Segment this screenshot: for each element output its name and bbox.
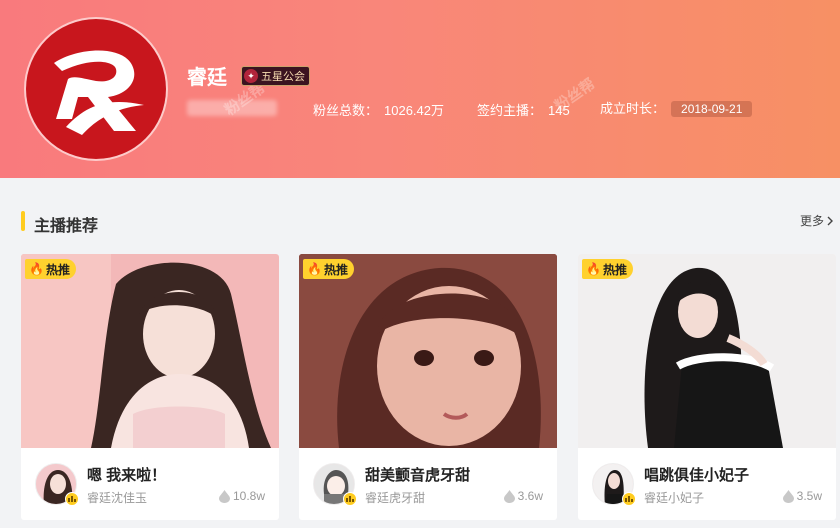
blurred-guild-id — [187, 100, 277, 116]
cover-photo — [21, 254, 279, 448]
guild-banner: 粉丝帮 粉丝帮 睿廷 ✦ 五星公会 粉丝总数： 1026.42万 签约主播： 145… — [0, 0, 840, 178]
mic-icon — [65, 492, 79, 506]
anchors-value: 145 — [548, 103, 570, 118]
fans-value: 1026.42万 — [384, 103, 445, 118]
fans-label: 粉丝总数： — [313, 103, 379, 118]
founded-date: 2018-09-21 — [671, 101, 753, 117]
anchor-card[interactable]: 🔥 热推 唱跳俱佳小妃子 睿廷小妃子 3.5w — [578, 254, 836, 520]
heat-count: 10.8w — [218, 489, 265, 503]
heat-count: 3.5w — [782, 489, 822, 503]
fire-icon: 🔥 — [29, 262, 44, 276]
more-label: 更多 — [799, 214, 824, 228]
mic-icon — [622, 492, 636, 506]
founded-stat: 成立时长： 2018-09-21 — [600, 98, 753, 117]
heat-value: 3.5w — [796, 489, 822, 503]
anchor-name[interactable]: 睿廷虎牙甜 — [365, 489, 425, 506]
section-title: 主播推荐 — [34, 218, 99, 235]
chevron-right-icon — [827, 216, 833, 225]
hot-tag-label: 热推 — [602, 262, 627, 277]
guild-name: 睿廷 — [187, 67, 227, 89]
guild-logo-icon — [26, 19, 166, 159]
anchor-name[interactable]: 睿廷小妃子 — [644, 489, 704, 506]
anchors-label: 签约主播： — [477, 103, 543, 118]
section-accent-bar — [21, 211, 25, 231]
fire-icon: 🔥 — [586, 262, 601, 276]
hot-tag: 🔥 热推 — [303, 259, 354, 279]
heat-icon — [503, 489, 515, 503]
fire-icon: 🔥 — [307, 262, 322, 276]
badge-label: 五星公会 — [261, 71, 305, 83]
heat-value: 10.8w — [232, 489, 265, 503]
badge-icon: ✦ — [244, 69, 258, 83]
anchors-stat: 签约主播： 145 — [477, 100, 570, 119]
anchor-card[interactable]: 🔥 热推 嗯 我来啦！ 睿廷沈佳玉 10.8w — [21, 254, 279, 520]
anchor-cover-image[interactable]: 🔥 热推 — [578, 254, 836, 448]
hot-tag: 🔥 热推 — [582, 259, 633, 279]
five-star-guild-badge: ✦ 五星公会 — [241, 66, 310, 86]
hot-tag: 🔥 热推 — [25, 259, 76, 279]
hot-tag-label: 热推 — [323, 262, 348, 277]
anchor-card[interactable]: 🔥 热推 甜美颤音虎牙甜 睿廷虎牙甜 3.6w — [299, 254, 557, 520]
card-title[interactable]: 唱跳俱佳小妃子 — [644, 464, 749, 485]
hot-tag-label: 热推 — [45, 262, 70, 277]
heat-icon — [218, 489, 230, 503]
cover-photo — [578, 254, 836, 448]
heat-icon — [782, 489, 794, 503]
founded-label: 成立时长： — [600, 101, 666, 116]
heat-value: 3.6w — [517, 489, 543, 503]
mic-icon — [343, 492, 357, 506]
card-title[interactable]: 甜美颤音虎牙甜 — [365, 464, 470, 485]
anchor-name[interactable]: 睿廷沈佳玉 — [87, 489, 147, 506]
anchor-cover-image[interactable]: 🔥 热推 — [21, 254, 279, 448]
cover-photo — [299, 254, 557, 448]
fans-stat: 粉丝总数： 1026.42万 — [313, 100, 444, 119]
anchor-cover-image[interactable]: 🔥 热推 — [299, 254, 557, 448]
card-title[interactable]: 嗯 我来啦！ — [87, 464, 166, 485]
heat-count: 3.6w — [503, 489, 543, 503]
more-link[interactable]: 更多 — [800, 212, 834, 229]
guild-logo — [26, 19, 166, 159]
